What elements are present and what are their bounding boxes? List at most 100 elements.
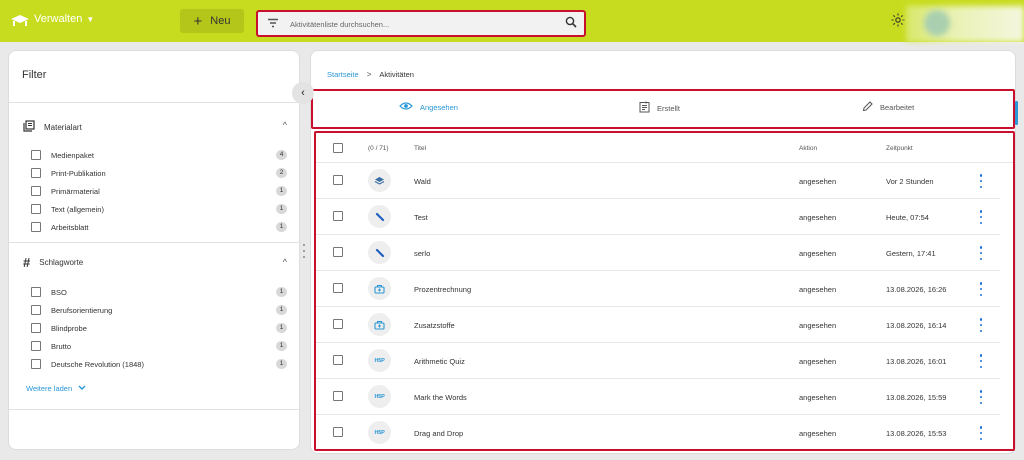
filter-option-label: Primärmaterial: [51, 186, 100, 196]
row-title[interactable]: Mark the Words: [414, 393, 467, 402]
checkbox[interactable]: [31, 287, 41, 297]
checkbox[interactable]: [31, 204, 41, 214]
avatar[interactable]: [924, 10, 950, 36]
table-row[interactable]: H5P Arithmetic Quiz angesehen 13.08.2026…: [316, 343, 1000, 379]
filter-option[interactable]: BSO 1: [31, 285, 287, 299]
filter-option-label: BSO: [51, 287, 67, 297]
column-header-action[interactable]: Aktion: [799, 145, 817, 152]
filter-option-label: Deutsche Revolution (1848): [51, 359, 144, 369]
tab-label: Angesehen: [420, 102, 458, 112]
table-row[interactable]: Test angesehen Heute, 07:54: [316, 199, 1000, 235]
row-checkbox[interactable]: [333, 211, 343, 221]
checkbox[interactable]: [31, 359, 41, 369]
row-title[interactable]: Test: [414, 213, 428, 222]
row-checkbox[interactable]: [333, 319, 343, 329]
row-title[interactable]: serlo: [414, 249, 430, 258]
h5p-icon-text: H5P: [374, 357, 385, 364]
row-title[interactable]: Zusatzstoffe: [414, 321, 455, 330]
row-title[interactable]: Arithmetic Quiz: [414, 357, 465, 366]
filter-option[interactable]: Deutsche Revolution (1848) 1: [31, 357, 287, 371]
section-head-schlagworte[interactable]: # Schlagworte: [23, 256, 83, 269]
new-button[interactable]: + Neu: [180, 9, 244, 33]
count-badge: 1: [276, 341, 287, 351]
scrollbar-indicator[interactable]: [1015, 101, 1018, 125]
row-action: angesehen: [799, 321, 837, 330]
row-time: 13.08.2026, 15:53: [886, 429, 947, 438]
tab-angesehen[interactable]: Angesehen: [399, 101, 458, 113]
checkbox[interactable]: [31, 222, 41, 232]
section-head-materialart[interactable]: Materialart: [23, 120, 82, 134]
more-vert-icon[interactable]: [976, 318, 986, 332]
chevron-up-icon[interactable]: ^: [283, 257, 287, 267]
search-icon[interactable]: [565, 16, 577, 30]
row-action: angesehen: [799, 285, 837, 294]
tab-erstellt[interactable]: Erstellt: [639, 101, 680, 115]
checkbox[interactable]: [31, 150, 41, 160]
collapse-sidebar-button[interactable]: ‹: [292, 82, 314, 104]
row-checkbox[interactable]: [333, 175, 343, 185]
theme-toggle-sun-icon[interactable]: [891, 13, 905, 29]
filter-title: Filter: [22, 69, 47, 81]
row-title[interactable]: Drag and Drop: [414, 429, 463, 438]
library-icon: [23, 120, 35, 134]
more-vert-icon[interactable]: [976, 426, 986, 440]
select-all-checkbox[interactable]: [333, 143, 343, 153]
filter-option[interactable]: Berufsorientierung 1: [31, 303, 287, 317]
table-row[interactable]: Zusatzstoffe angesehen 13.08.2026, 16:14: [316, 307, 1000, 343]
filter-option-label: Medienpaket: [51, 150, 94, 160]
chevron-left-icon: ‹: [301, 87, 305, 99]
manage-menu-button[interactable]: Verwalten ▼: [34, 13, 94, 25]
more-vert-icon[interactable]: [976, 246, 986, 260]
filter-option-label: Text (allgemein): [51, 204, 104, 214]
filter-option[interactable]: Primärmaterial 1: [31, 184, 287, 198]
row-checkbox[interactable]: [333, 427, 343, 437]
table-row[interactable]: serlo angesehen Gestern, 17:41: [316, 235, 1000, 271]
chevron-down-icon: ▼: [86, 14, 95, 24]
count-badge: 1: [276, 305, 287, 315]
row-checkbox[interactable]: [333, 247, 343, 257]
divider: [9, 102, 301, 103]
column-header-time[interactable]: Zeitpunkt: [886, 145, 913, 152]
filter-option[interactable]: Blindprobe 1: [31, 321, 287, 335]
more-vert-icon[interactable]: [976, 354, 986, 368]
search-bar: [256, 10, 586, 37]
load-more-link[interactable]: Weitere laden: [26, 384, 86, 393]
tab-bearbeitet[interactable]: Bearbeitet: [862, 101, 914, 114]
count-badge: 4: [276, 150, 287, 160]
checkbox[interactable]: [31, 186, 41, 196]
row-checkbox[interactable]: [333, 355, 343, 365]
app-logo-icon[interactable]: [10, 13, 30, 29]
filter-option[interactable]: Text (allgemein) 1: [31, 202, 287, 216]
more-vert-icon[interactable]: [976, 210, 986, 224]
row-action: angesehen: [799, 429, 837, 438]
checkbox[interactable]: [31, 168, 41, 178]
row-title[interactable]: Wald: [414, 177, 431, 186]
checkbox[interactable]: [31, 341, 41, 351]
checkbox[interactable]: [31, 305, 41, 315]
row-checkbox[interactable]: [333, 391, 343, 401]
table-row[interactable]: Wald angesehen Vor 2 Stunden: [316, 163, 1000, 199]
table-row[interactable]: H5P Mark the Words angesehen 13.08.2026,…: [316, 379, 1000, 415]
pen-icon: [368, 205, 391, 228]
filter-option[interactable]: Medienpaket 4: [31, 148, 287, 162]
more-vert-icon[interactable]: [976, 390, 986, 404]
filter-option[interactable]: Brutto 1: [31, 339, 287, 353]
search-input[interactable]: [290, 17, 550, 31]
panel-resize-handle[interactable]: [302, 244, 305, 258]
filter-option[interactable]: Print-Publikation 2: [31, 166, 287, 180]
checkbox[interactable]: [31, 323, 41, 333]
filter-option[interactable]: Arbeitsblatt 1: [31, 220, 287, 234]
chevron-up-icon[interactable]: ^: [283, 120, 287, 130]
row-title[interactable]: Prozentrechnung: [414, 285, 471, 294]
section-title: Schlagworte: [39, 258, 84, 267]
more-vert-icon[interactable]: [976, 282, 986, 296]
breadcrumb-home-link[interactable]: Startseite: [327, 70, 359, 79]
document-icon: [639, 101, 650, 115]
more-vert-icon[interactable]: [976, 174, 986, 188]
column-header-title[interactable]: Titel: [414, 145, 426, 152]
table-row[interactable]: Prozentrechnung angesehen 13.08.2026, 16…: [316, 271, 1000, 307]
table-row[interactable]: H5P Drag and Drop angesehen 13.08.2026, …: [316, 415, 1000, 449]
row-checkbox[interactable]: [333, 283, 343, 293]
filter-panel: Filter Materialart ^ Medienpaket 4 Print…: [8, 50, 301, 450]
filter-list-icon[interactable]: [267, 18, 279, 30]
